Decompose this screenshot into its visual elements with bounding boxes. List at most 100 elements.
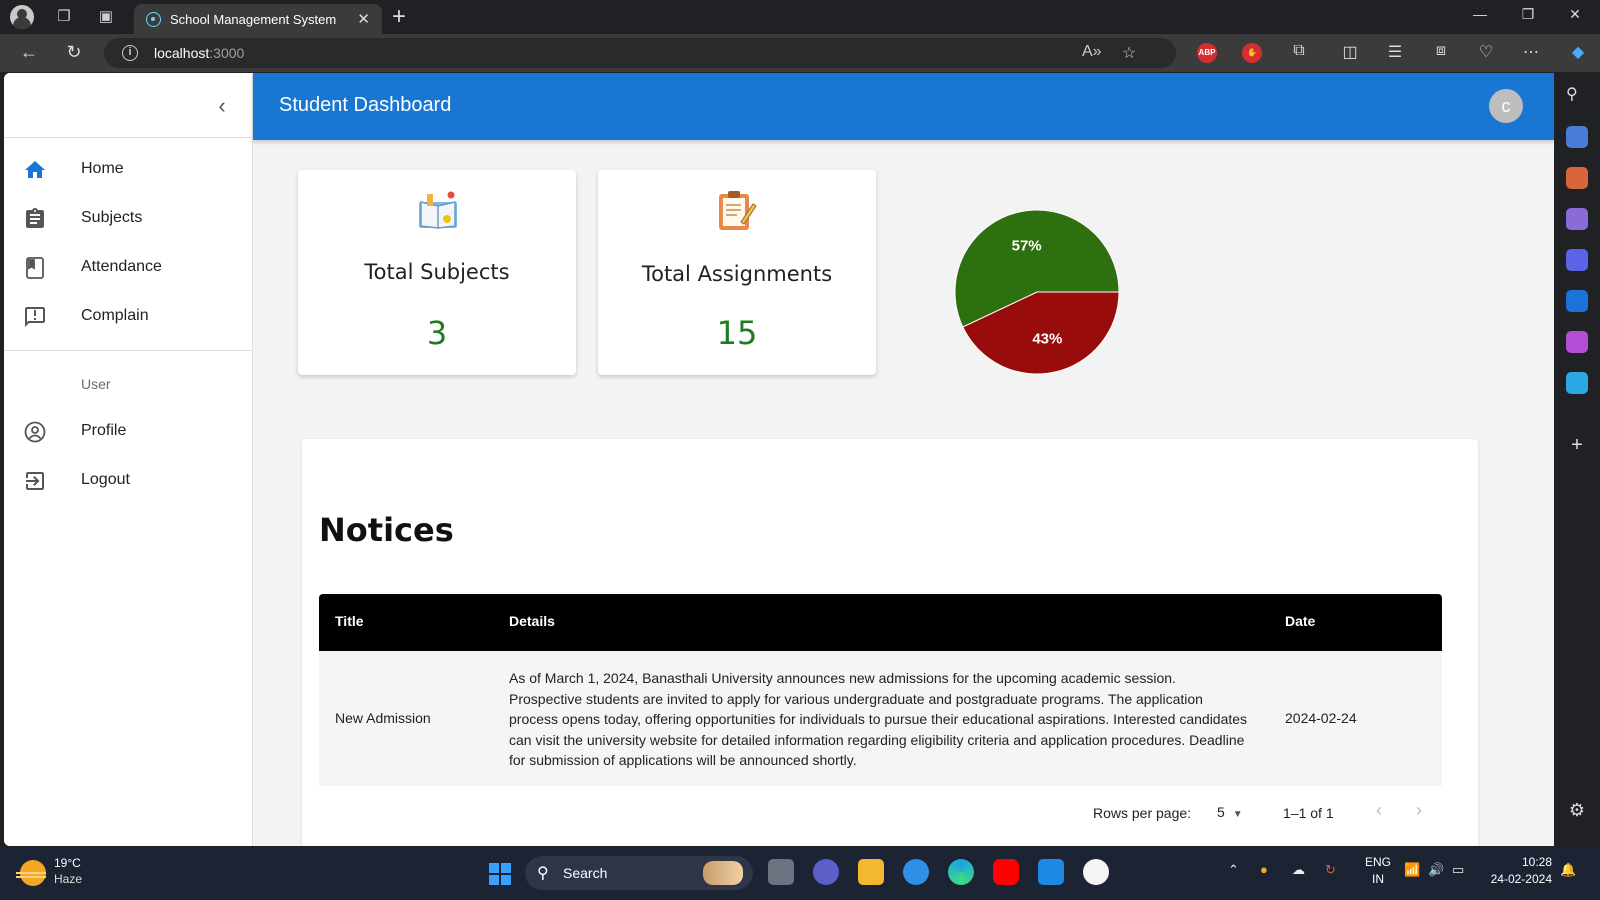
edge-browser-icon[interactable]	[948, 859, 974, 885]
teams-chat-icon[interactable]	[813, 859, 839, 885]
tools-briefcase-icon[interactable]	[1566, 167, 1588, 189]
wifi-icon[interactable]: 📶	[1404, 862, 1420, 878]
stop-extension-icon[interactable]: ✋	[1242, 43, 1262, 63]
more-menu-icon[interactable]: ⋯	[1520, 42, 1542, 62]
sidebar-item-profile[interactable]: Profile	[4, 408, 252, 456]
sidebar-item-complain[interactable]: Complain	[4, 293, 252, 341]
show-hidden-icons-chevron-up-icon[interactable]: ⌃	[1228, 862, 1239, 878]
clock-time: 10:28	[1521, 855, 1552, 869]
games-icon[interactable]	[1566, 208, 1588, 230]
taskbar-search-label: Search	[563, 865, 608, 881]
split-screen-icon[interactable]: ◫	[1339, 42, 1361, 62]
tray-app-icon[interactable]: ●	[1260, 862, 1268, 877]
column-header-title: Title	[335, 613, 364, 629]
taskbar-search[interactable]: ⚲ Search	[525, 856, 753, 890]
m365-icon[interactable]	[1566, 249, 1588, 271]
favorites-icon[interactable]: ☰	[1384, 42, 1406, 62]
notifications-bell-icon[interactable]: 🔔	[1560, 862, 1576, 878]
bookmark-icon	[26, 257, 44, 279]
close-window-button[interactable]: ✕	[1565, 6, 1585, 23]
rows-per-page-select[interactable]: 5 ▼	[1217, 804, 1243, 820]
outlook-icon[interactable]	[1566, 290, 1588, 312]
total-subjects-label: Total Subjects	[364, 260, 510, 284]
collapse-drawer-chevron-left-icon[interactable]: ‹	[210, 93, 234, 119]
pie-slice-label: 43%	[1032, 330, 1062, 347]
search-icon[interactable]: ⚲	[1566, 84, 1588, 106]
clock-date: 24-02-2024	[1490, 872, 1552, 886]
adblock-extension-icon[interactable]: ABP	[1197, 43, 1217, 63]
table-row[interactable]: New Admission As of March 1, 2024, Banas…	[319, 651, 1442, 786]
total-assignments-card: Total Assignments 15	[598, 170, 876, 375]
sidebar-item-label: Logout	[81, 471, 130, 488]
sidebar-item-home[interactable]: Home	[4, 146, 252, 194]
input-language-indicator[interactable]: ENG IN	[1362, 854, 1394, 888]
browser-profile-icon[interactable]	[10, 5, 34, 29]
attendance-pie-chart: 43% 57%	[954, 209, 1120, 375]
browser-side-panel: ⚲ + ⚙	[1554, 72, 1600, 847]
sidebar-item-subjects[interactable]: Subjects	[4, 195, 252, 243]
restore-window-button[interactable]: ❐	[1518, 6, 1538, 23]
url-text[interactable]: localhost:3000	[154, 45, 244, 61]
workspaces-icon[interactable]: ❐	[54, 7, 74, 27]
favorite-star-icon[interactable]: ☆	[1122, 43, 1136, 63]
announcement-icon	[25, 307, 45, 327]
read-aloud-icon[interactable]: A»	[1082, 43, 1102, 61]
system-clock[interactable]: 10:28 24-02-2024	[1470, 854, 1552, 888]
close-tab-icon[interactable]: ✕	[357, 10, 370, 28]
previous-page-chevron-icon[interactable]: ‹	[1369, 800, 1389, 821]
copilot-icon[interactable]: ◆	[1567, 42, 1589, 62]
browser-tab-bar: ❐ ▣ School Management System ✕ + — ❐ ✕	[0, 0, 1600, 34]
mongodb-compass-icon[interactable]	[1083, 859, 1109, 885]
avatar[interactable]: c	[1489, 89, 1523, 123]
total-subjects-value: 3	[426, 314, 448, 352]
shopping-tag-icon[interactable]	[1566, 126, 1588, 148]
task-view-icon[interactable]	[768, 859, 794, 885]
next-page-chevron-icon[interactable]: ›	[1409, 800, 1429, 821]
tab-actions-icon[interactable]: ▣	[96, 7, 116, 27]
pagination-range: 1–1 of 1	[1283, 805, 1334, 821]
sidebar-item-label: Home	[81, 160, 124, 177]
collections-icon[interactable]: ⧈	[1430, 42, 1452, 60]
home-icon	[25, 161, 45, 178]
app-window: ‹ Home Subjects Attendance Complain User…	[4, 73, 1554, 846]
add-sidebar-app-icon[interactable]: +	[1566, 434, 1588, 456]
volume-icon[interactable]: 🔊	[1428, 862, 1444, 878]
new-tab-button[interactable]: +	[392, 3, 406, 31]
account-circle-icon	[24, 421, 46, 443]
drop-icon[interactable]	[1566, 372, 1588, 394]
onedrive-icon[interactable]: ☁	[1292, 862, 1305, 878]
browser-essentials-icon[interactable]: ♡	[1475, 42, 1497, 62]
vscode-icon[interactable]	[1038, 859, 1064, 885]
drawer-divider	[4, 350, 253, 351]
sync-icon[interactable]: ↻	[1325, 862, 1336, 878]
battery-icon[interactable]: ▭	[1452, 862, 1464, 878]
assignment-icon	[26, 208, 44, 228]
sidebar-item-label: Subjects	[81, 209, 143, 226]
total-subjects-card: Total Subjects 3	[298, 170, 576, 375]
weather-condition: Haze	[54, 872, 83, 886]
sidebar-item-attendance[interactable]: Attendance	[4, 244, 252, 292]
browser-tab[interactable]: School Management System ✕	[134, 4, 382, 34]
windows-start-icon[interactable]	[489, 863, 511, 885]
assignments-clipboard-icon	[719, 191, 757, 230]
url-host: localhost	[154, 45, 210, 61]
refresh-icon[interactable]: ↻	[63, 42, 85, 63]
designer-icon[interactable]	[1566, 331, 1588, 353]
weather-haze-icon[interactable]	[16, 860, 46, 886]
file-explorer-icon[interactable]	[858, 859, 884, 885]
minimize-window-button[interactable]: —	[1470, 6, 1490, 22]
help-app-icon[interactable]	[903, 859, 929, 885]
back-icon[interactable]: ←	[18, 42, 40, 63]
sidebar-settings-gear-icon[interactable]: ⚙	[1566, 799, 1588, 821]
youtube-icon[interactable]	[993, 859, 1019, 885]
address-bar[interactable]: i localhost:3000 A» ☆	[104, 38, 1176, 68]
search-icon: ⚲	[537, 865, 549, 882]
column-header-date: Date	[1285, 613, 1316, 629]
url-port: :3000	[209, 45, 245, 61]
site-info-icon[interactable]: i	[122, 45, 138, 61]
search-highlight-image	[703, 861, 743, 885]
sidebar-item-label: Profile	[81, 422, 127, 439]
react-favicon-icon	[146, 12, 161, 27]
sidebar-item-logout[interactable]: Logout	[4, 457, 252, 505]
extensions-icon[interactable]: ⧉	[1288, 42, 1310, 60]
